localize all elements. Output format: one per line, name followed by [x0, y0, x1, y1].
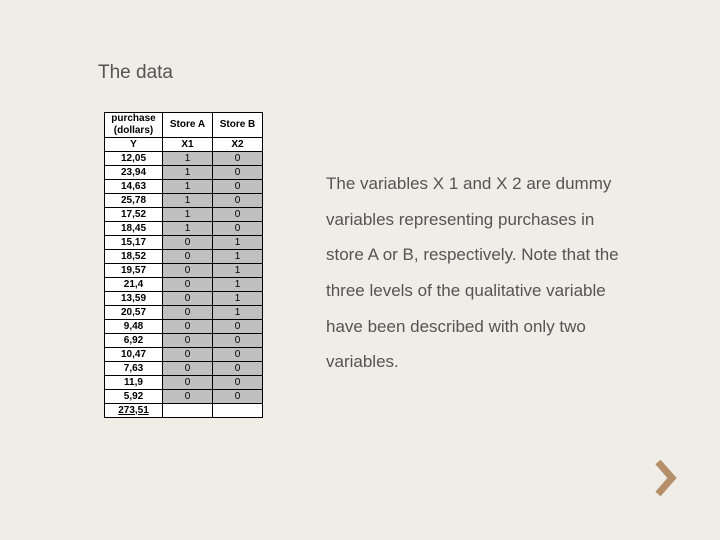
- cell-y: 25,78: [105, 194, 163, 208]
- col-header-purchase-line1: purchase: [111, 113, 155, 124]
- table-row: 13,5901: [105, 292, 263, 306]
- cell-y: 19,57: [105, 264, 163, 278]
- col-header-store-a: Store A: [163, 113, 213, 138]
- next-chevron-icon: [654, 458, 682, 498]
- cell-x2: 1: [213, 292, 263, 306]
- cell-y: 18,45: [105, 222, 163, 236]
- body-paragraph: The variables X 1 and X 2 are dummy vari…: [326, 166, 636, 380]
- cell-x1: 0: [163, 306, 213, 320]
- col-subheader-x1: X1: [163, 138, 213, 152]
- cell-x2: 0: [213, 348, 263, 362]
- cell-y: 23,94: [105, 166, 163, 180]
- cell-x2: 0: [213, 194, 263, 208]
- cell-y: 9,48: [105, 320, 163, 334]
- table-row: 25,7810: [105, 194, 263, 208]
- cell-x1: 1: [163, 208, 213, 222]
- cell-x2: 1: [213, 264, 263, 278]
- table-row: 5,9200: [105, 390, 263, 404]
- col-subheader-y: Y: [105, 138, 163, 152]
- table-row: 23,9410: [105, 166, 263, 180]
- cell-x2: 1: [213, 250, 263, 264]
- cell-x1: 0: [163, 250, 213, 264]
- cell-x1: 0: [163, 264, 213, 278]
- cell-x1: 0: [163, 348, 213, 362]
- cell-x1: 0: [163, 320, 213, 334]
- cell-y: 14,63: [105, 180, 163, 194]
- total-blank-x2: [213, 404, 263, 418]
- cell-x1: 0: [163, 292, 213, 306]
- cell-y: 18,52: [105, 250, 163, 264]
- cell-x1: 0: [163, 362, 213, 376]
- cell-x2: 1: [213, 278, 263, 292]
- cell-x1: 0: [163, 390, 213, 404]
- table-row: 20,5701: [105, 306, 263, 320]
- cell-x2: 0: [213, 180, 263, 194]
- col-header-purchase-line2: (dollars): [114, 125, 153, 136]
- table-header-row-1: purchase (dollars) Store A Store B: [105, 113, 263, 138]
- cell-x2: 0: [213, 334, 263, 348]
- table-row: 14,6310: [105, 180, 263, 194]
- cell-x2: 0: [213, 222, 263, 236]
- data-table: purchase (dollars) Store A Store B Y X1 …: [104, 112, 263, 418]
- cell-x2: 1: [213, 306, 263, 320]
- table-row: 10,4700: [105, 348, 263, 362]
- table-row: 18,5201: [105, 250, 263, 264]
- cell-x1: 1: [163, 222, 213, 236]
- cell-y: 6,92: [105, 334, 163, 348]
- table-row: 17,5210: [105, 208, 263, 222]
- table-total-row: 273,51: [105, 404, 263, 418]
- cell-y: 10,47: [105, 348, 163, 362]
- cell-x1: 0: [163, 376, 213, 390]
- table-row: 7,6300: [105, 362, 263, 376]
- total-blank-x1: [163, 404, 213, 418]
- cell-x2: 0: [213, 166, 263, 180]
- table-row: 9,4800: [105, 320, 263, 334]
- cell-x2: 0: [213, 362, 263, 376]
- cell-y: 12,05: [105, 152, 163, 166]
- table-row: 18,4510: [105, 222, 263, 236]
- total-cell: 273,51: [105, 404, 163, 418]
- cell-y: 7,63: [105, 362, 163, 376]
- table-row: 12,0510: [105, 152, 263, 166]
- slide: The data purchase (dollars) Store A Stor…: [0, 0, 720, 540]
- table-body: 12,051023,941014,631025,781017,521018,45…: [105, 152, 263, 404]
- table-header-row-2: Y X1 X2: [105, 138, 263, 152]
- col-header-store-b: Store B: [213, 113, 263, 138]
- cell-x1: 1: [163, 166, 213, 180]
- cell-x1: 1: [163, 152, 213, 166]
- cell-x2: 0: [213, 152, 263, 166]
- cell-y: 20,57: [105, 306, 163, 320]
- cell-x2: 0: [213, 390, 263, 404]
- table-row: 11,900: [105, 376, 263, 390]
- cell-x1: 0: [163, 278, 213, 292]
- cell-x2: 0: [213, 208, 263, 222]
- cell-y: 13,59: [105, 292, 163, 306]
- table-row: 15,1701: [105, 236, 263, 250]
- table-row: 6,9200: [105, 334, 263, 348]
- cell-y: 17,52: [105, 208, 163, 222]
- cell-y: 21,4: [105, 278, 163, 292]
- cell-y: 11,9: [105, 376, 163, 390]
- cell-y: 5,92: [105, 390, 163, 404]
- cell-x1: 0: [163, 236, 213, 250]
- table-row: 19,5701: [105, 264, 263, 278]
- cell-x2: 0: [213, 320, 263, 334]
- data-table-wrap: purchase (dollars) Store A Store B Y X1 …: [104, 112, 263, 418]
- cell-x2: 1: [213, 236, 263, 250]
- col-header-purchase: purchase (dollars): [105, 113, 163, 138]
- cell-x2: 0: [213, 376, 263, 390]
- slide-title: The data: [98, 62, 173, 84]
- cell-x1: 0: [163, 334, 213, 348]
- cell-y: 15,17: [105, 236, 163, 250]
- cell-x1: 1: [163, 194, 213, 208]
- table-row: 21,401: [105, 278, 263, 292]
- cell-x1: 1: [163, 180, 213, 194]
- col-subheader-x2: X2: [213, 138, 263, 152]
